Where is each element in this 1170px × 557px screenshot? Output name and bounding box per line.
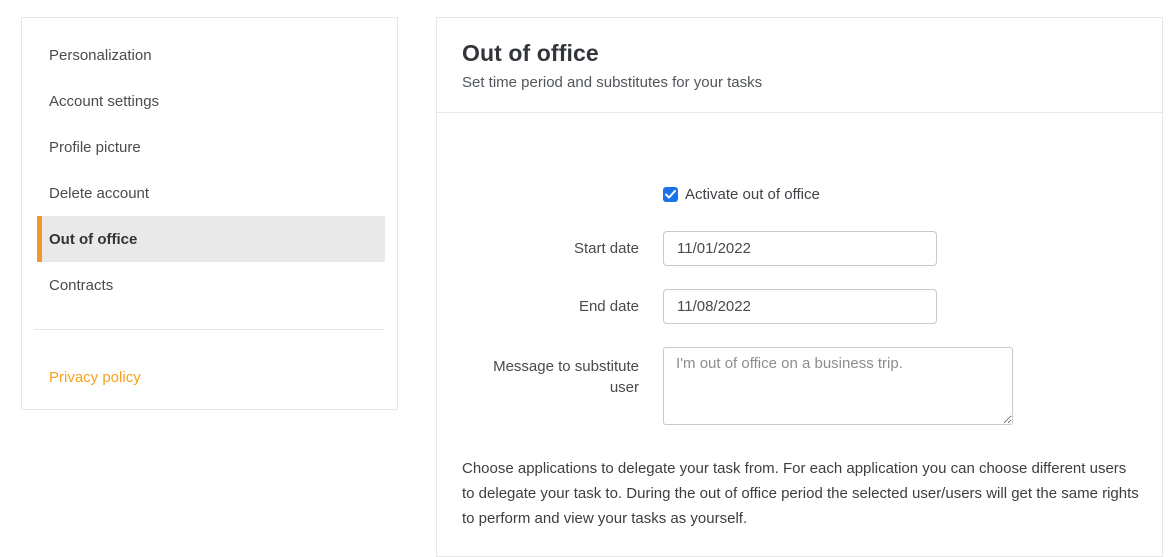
end-date-row: End date [462, 289, 1137, 324]
sidebar-nav: Personalization Account settings Profile… [22, 18, 397, 388]
checkmark-icon [665, 190, 676, 199]
privacy-policy-link[interactable]: Privacy policy [49, 368, 141, 388]
end-date-label: End date [462, 296, 639, 317]
page-subtitle: Set time period and substitutes for your… [462, 74, 1137, 91]
settings-sidebar: Personalization Account settings Profile… [21, 17, 398, 410]
start-date-row: Start date [462, 231, 1137, 266]
end-date-input[interactable] [663, 289, 937, 324]
activate-checkbox[interactable] [663, 187, 678, 202]
activate-checkbox-label[interactable]: Activate out of office [685, 186, 820, 203]
sidebar-item-personalization[interactable]: Personalization [37, 32, 385, 78]
out-of-office-panel: Out of office Set time period and substi… [436, 17, 1163, 557]
page-title: Out of office [462, 40, 1137, 67]
start-date-input[interactable] [663, 231, 937, 266]
sidebar-item-profile-picture[interactable]: Profile picture [37, 124, 385, 170]
sidebar-item-delete-account[interactable]: Delete account [37, 170, 385, 216]
start-date-label: Start date [462, 238, 639, 259]
delegate-description: Choose applications to delegate your tas… [462, 456, 1139, 531]
sidebar-item-contracts[interactable]: Contracts [37, 262, 385, 308]
out-of-office-form: Activate out of office Start date End da… [437, 186, 1162, 531]
activate-row: Activate out of office [462, 186, 1137, 203]
message-textarea[interactable]: I'm out of office on a business trip. [663, 347, 1013, 425]
message-row: Message to substitute user I'm out of of… [462, 347, 1137, 430]
panel-header: Out of office Set time period and substi… [437, 18, 1162, 113]
sidebar-item-out-of-office[interactable]: Out of office [37, 216, 385, 262]
message-label: Message to substitute user [462, 347, 639, 398]
sidebar-item-account-settings[interactable]: Account settings [37, 78, 385, 124]
sidebar-divider [34, 329, 385, 330]
